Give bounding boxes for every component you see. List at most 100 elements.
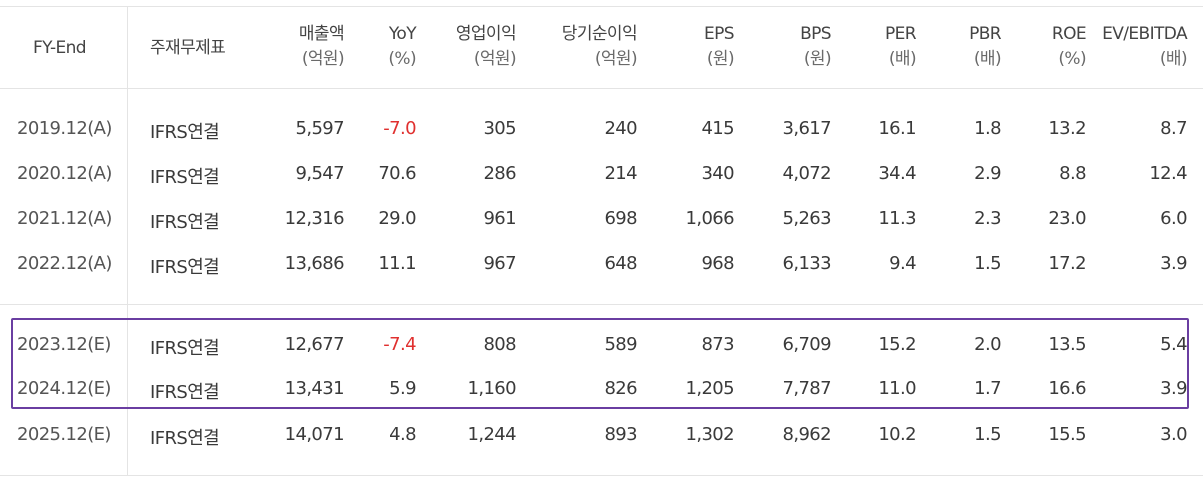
header-col-6: PER (배)	[884, 22, 917, 72]
header-col-label: ROE	[1051, 24, 1087, 44]
value-cell: 305	[483, 118, 516, 139]
header-col-unit: (억원)	[301, 49, 345, 69]
value-cell: 961	[483, 208, 516, 229]
table-header: FY-End 주재무제표 매출액 (억원) YoY (%) 영업이익 (억원) 당기순이익 (…	[0, 6, 1203, 88]
period-cell: 2025.12(E)	[17, 424, 111, 445]
header-col-unit: (원)	[706, 49, 735, 69]
header-statement-type: 주재무제표	[150, 38, 226, 58]
header-col-label: PER	[884, 24, 917, 44]
header-col-unit: (배)	[1159, 49, 1188, 69]
value-cell: 3.0	[1160, 424, 1187, 445]
value-cell: 286	[483, 163, 516, 184]
value-cell: 11.1	[378, 253, 416, 274]
header-col-unit: (억원)	[473, 49, 517, 69]
statement-type-cell: IFRS연결	[150, 212, 220, 233]
value-cell: 12,316	[284, 208, 345, 229]
value-cell: 648	[604, 253, 637, 274]
value-cell: 3,617	[782, 118, 831, 139]
value-cell: 29.0	[378, 208, 416, 229]
value-cell: 1.5	[974, 253, 1001, 274]
value-cell: 2.9	[974, 163, 1001, 184]
value-cell: 23.0	[1048, 208, 1086, 229]
value-cell: 4,072	[782, 163, 831, 184]
header-col-7: PBR (배)	[969, 22, 1002, 72]
header-col-unit: (배)	[888, 49, 917, 69]
estimate-highlight-box	[11, 318, 1189, 409]
value-cell: 16.1	[878, 118, 916, 139]
table-row: 2025.12(E) IFRS연결 14,071 4.8 1,244 893 1,302 8,…	[0, 424, 1203, 450]
section-divider	[0, 304, 1203, 305]
header-fy-end: FY-End	[33, 38, 87, 58]
header-col-unit: (%)	[1058, 49, 1086, 69]
header-col-3: 당기순이익 (억원)	[561, 22, 638, 72]
value-cell: 240	[604, 118, 637, 139]
header-col-label: BPS	[800, 24, 832, 44]
value-cell: 1.8	[974, 118, 1001, 139]
value-cell: 9.4	[889, 253, 916, 274]
value-cell: 967	[483, 253, 516, 274]
header-col-label: EPS	[704, 24, 735, 44]
value-cell: 11.3	[878, 208, 916, 229]
header-col-unit: (배)	[973, 49, 1002, 69]
period-cell: 2019.12(A)	[17, 118, 112, 139]
header-col-8: ROE (%)	[1051, 22, 1087, 72]
table-row: 2020.12(A) IFRS연결 9,547 70.6 286 214 340 4,072 3…	[0, 163, 1203, 189]
header-col-label: 당기순이익	[561, 24, 638, 44]
header-col-label: YoY	[388, 24, 417, 44]
value-cell: 5,263	[782, 208, 831, 229]
value-cell: 1,302	[685, 424, 734, 445]
value-cell: 70.6	[378, 163, 416, 184]
period-cell: 2021.12(A)	[17, 208, 112, 229]
value-cell: 698	[604, 208, 637, 229]
statement-type-cell: IFRS연결	[150, 257, 220, 278]
header-col-unit: (억원)	[594, 49, 638, 69]
value-cell: 5,597	[295, 118, 344, 139]
header-col-5: BPS (원)	[800, 22, 832, 72]
header-col-1: YoY (%)	[388, 22, 416, 72]
header-col-label: 매출액	[298, 24, 345, 44]
header-col-label: EV/EBITDA	[1102, 24, 1188, 44]
header-col-label: 영업이익	[455, 24, 517, 44]
table-bottom-border	[0, 475, 1203, 476]
value-cell: 17.2	[1048, 253, 1086, 274]
header-col-2: 영업이익 (억원)	[455, 22, 517, 72]
value-cell: 1,244	[467, 424, 516, 445]
statement-type-cell: IFRS연결	[150, 167, 220, 188]
financial-summary-table: FY-End 주재무제표 매출액 (억원) YoY (%) 영업이익 (억원) 당기순이익 (…	[0, 0, 1203, 480]
value-cell: 8,962	[782, 424, 831, 445]
period-cell: 2020.12(A)	[17, 163, 112, 184]
value-cell: 2.3	[974, 208, 1001, 229]
value-cell: 893	[604, 424, 637, 445]
value-cell: 6,133	[782, 253, 831, 274]
table-row: 2022.12(A) IFRS연결 13,686 11.1 967 648 968 6,133…	[0, 253, 1203, 279]
value-cell: 8.8	[1059, 163, 1086, 184]
header-col-4: EPS (원)	[704, 22, 735, 72]
header-bottom-border	[0, 88, 1203, 89]
header-col-label: PBR	[969, 24, 1002, 44]
value-cell: 10.2	[878, 424, 916, 445]
value-cell: 3.9	[1160, 253, 1187, 274]
period-cell: 2022.12(A)	[17, 253, 112, 274]
header-col-unit: (%)	[388, 49, 416, 69]
header-col-0: 매출액 (억원)	[298, 22, 345, 72]
header-col-unit: (원)	[803, 49, 832, 69]
value-cell: 9,547	[295, 163, 344, 184]
value-cell: 6.0	[1160, 208, 1187, 229]
value-cell: -7.0	[383, 118, 416, 139]
value-cell: 15.5	[1048, 424, 1086, 445]
value-cell: 34.4	[878, 163, 916, 184]
value-cell: 1,066	[685, 208, 734, 229]
value-cell: 4.8	[389, 424, 416, 445]
value-cell: 8.7	[1160, 118, 1187, 139]
value-cell: 968	[701, 253, 734, 274]
value-cell: 340	[701, 163, 734, 184]
value-cell: 214	[604, 163, 637, 184]
table-row: 2021.12(A) IFRS연결 12,316 29.0 961 698 1,066 5,2…	[0, 208, 1203, 234]
header-col-9: EV/EBITDA (배)	[1102, 22, 1188, 72]
statement-type-cell: IFRS연결	[150, 122, 220, 143]
table-row: 2019.12(A) IFRS연결 5,597 -7.0 305 240 415 3,617 1…	[0, 118, 1203, 144]
value-cell: 415	[701, 118, 734, 139]
statement-type-cell: IFRS연결	[150, 428, 220, 449]
value-cell: 12.4	[1149, 163, 1187, 184]
value-cell: 14,071	[284, 424, 345, 445]
